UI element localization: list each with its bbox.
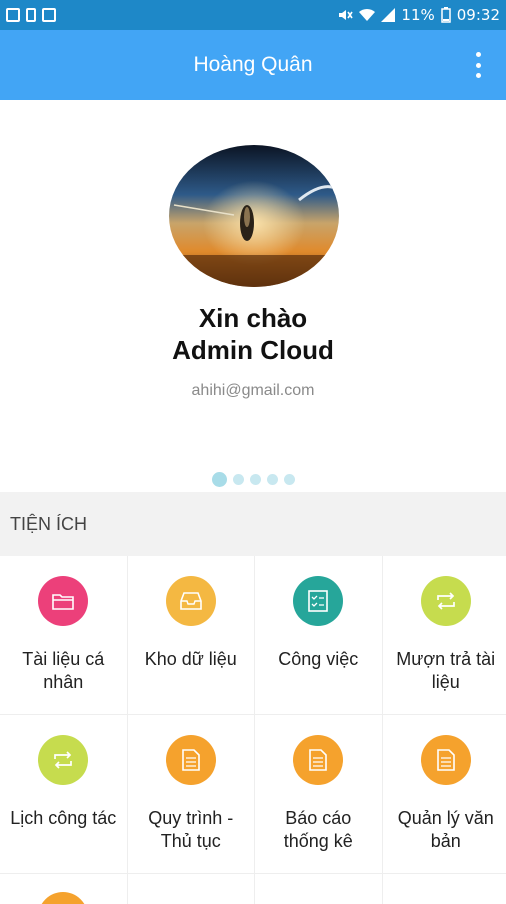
tile-label: Quy trình - Thủ tục (134, 807, 249, 853)
app-bar: Hoàng Quân (0, 30, 506, 100)
checklist-icon (293, 576, 343, 626)
app-title: Hoàng Quân (193, 53, 312, 77)
page-indicator[interactable] (0, 472, 506, 487)
tile-work-schedule[interactable]: Lịch công tác (0, 715, 127, 873)
tile-label: Kho dữ liệu (134, 648, 249, 671)
signal-icon (381, 8, 395, 22)
page-dot[interactable] (267, 474, 278, 485)
user-email: ahihi@gmail.com (0, 382, 506, 400)
tile-document-management[interactable]: Quản lý văn bản (383, 715, 506, 873)
clock: 09:32 (457, 6, 500, 24)
page-dot[interactable] (284, 474, 295, 485)
tile-label: Tài liệu cá nhân (6, 648, 121, 694)
wifi-icon (359, 8, 375, 22)
greeting-line-2: Admin Cloud (0, 334, 506, 366)
overflow-menu-icon[interactable] (470, 52, 486, 78)
folder-icon (38, 576, 88, 626)
swap-icon (421, 576, 471, 626)
page-dot[interactable] (250, 474, 261, 485)
greeting: Xin chào Admin Cloud (0, 302, 506, 366)
tile-label: Công việc (261, 648, 376, 671)
tile-label: Quản lý văn bản (389, 807, 504, 853)
tile-personal-documents[interactable]: Tài liệu cá nhân (0, 556, 127, 714)
gallery-notification-icon (6, 8, 20, 22)
tile-label: Lịch công tác (6, 807, 121, 830)
tile-borrow-return-documents[interactable]: Mượn trả tài liệu (383, 556, 506, 714)
sim-notification-icon (26, 8, 36, 22)
page-dot[interactable] (233, 474, 244, 485)
tile-statistics-report[interactable]: Báo cáo thống kê (255, 715, 382, 873)
utilities-section-header: TIỆN ÍCH (0, 492, 506, 556)
profile-card: Xin chào Admin Cloud ahihi@gmail.com (0, 100, 506, 492)
swap-icon (38, 735, 88, 785)
mute-icon (337, 7, 353, 23)
document-icon (421, 735, 471, 785)
document-icon (293, 735, 343, 785)
avatar[interactable] (169, 145, 339, 287)
document-icon (38, 892, 88, 904)
greeting-line-1: Xin chào (0, 302, 506, 334)
document-icon (166, 735, 216, 785)
page-dot[interactable] (212, 472, 227, 487)
inbox-icon (166, 576, 216, 626)
tile-procedures[interactable]: Quy trình - Thủ tục (128, 715, 255, 873)
status-bar: 11% 09:32 (0, 0, 506, 30)
data-notification-icon (42, 8, 56, 22)
battery-percent: 11% (401, 6, 434, 24)
section-title: TIỆN ÍCH (10, 514, 87, 535)
tile-label: Mượn trả tài liệu (389, 648, 504, 694)
tile-label: Báo cáo thống kê (261, 807, 376, 853)
utilities-grid: Tài liệu cá nhân Kho dữ liệu Công việc M… (0, 556, 506, 904)
battery-icon (441, 7, 451, 23)
tile-data-store[interactable]: Kho dữ liệu (128, 556, 255, 714)
tile-tasks[interactable]: Công việc (255, 556, 382, 714)
